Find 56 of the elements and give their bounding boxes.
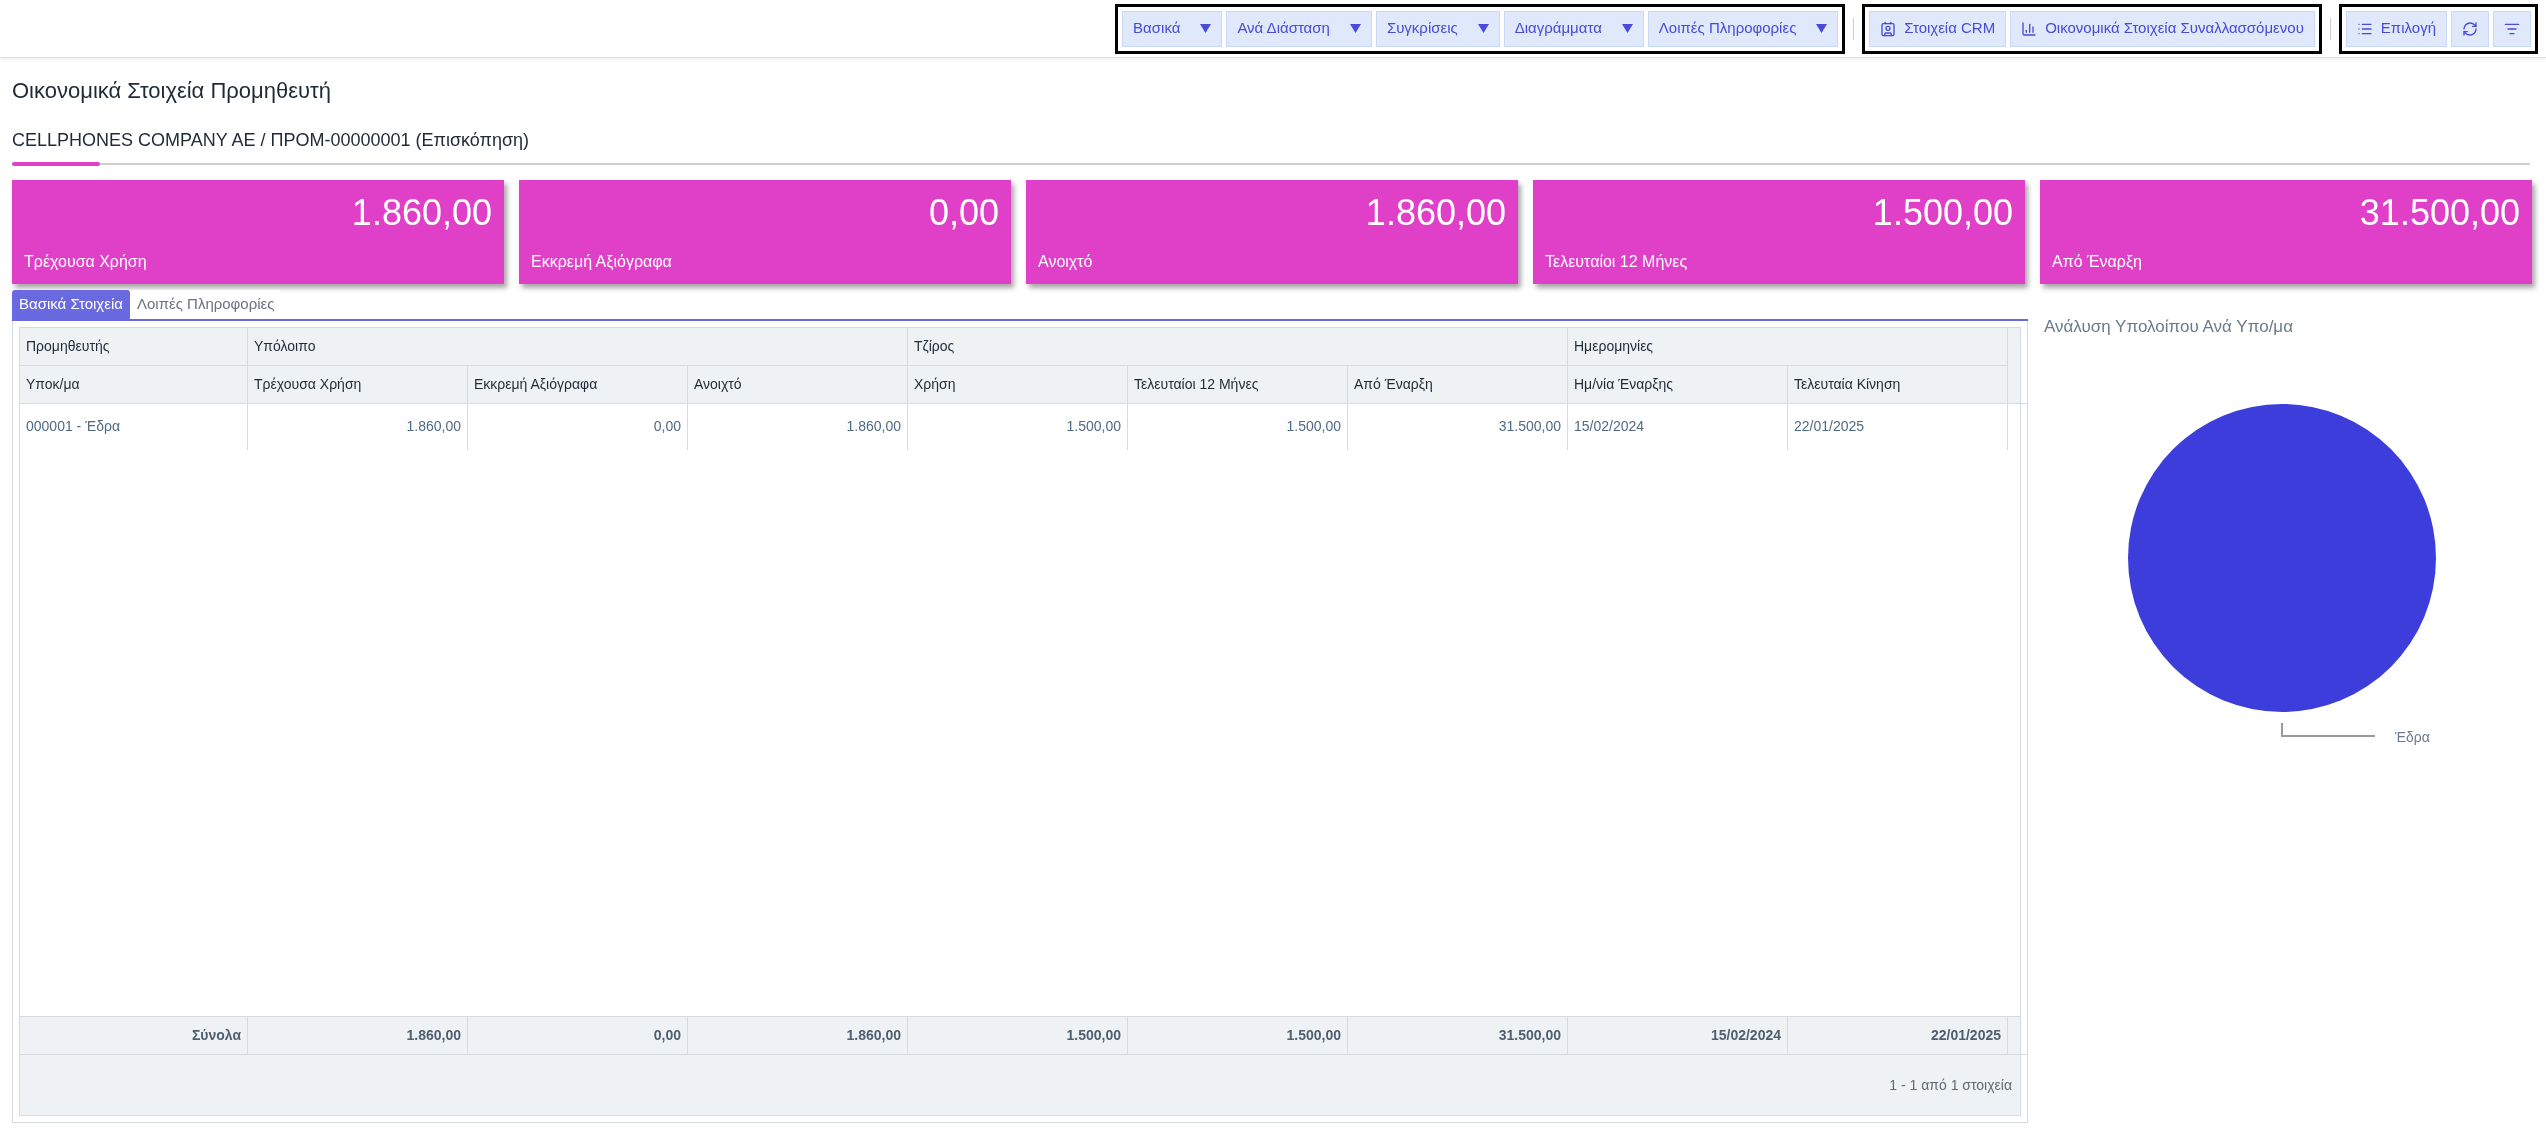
table-cell: 1.860,00 bbox=[248, 403, 468, 450]
toolbar-button[interactable]: Επιλογή bbox=[2345, 10, 2447, 47]
toolbar-button[interactable]: Οικονομικά Στοιχεία Συναλλασσόμενου bbox=[2010, 10, 2315, 47]
caret-icon bbox=[1349, 24, 1361, 33]
column-header[interactable]: Υποκ/μα bbox=[20, 365, 248, 404]
caret-icon bbox=[1816, 24, 1828, 33]
contact-card-icon bbox=[1880, 20, 1897, 37]
icon-button[interactable] bbox=[2451, 10, 2489, 47]
group-header: Υπόλοιπο bbox=[248, 327, 908, 366]
stat-label: Από Έναρξη bbox=[2052, 252, 2142, 272]
stat-value: 31.500,00 bbox=[2359, 191, 2520, 235]
column-header[interactable]: Τελευταία Κίνηση bbox=[1788, 365, 2008, 404]
stat-label: Τελευταίοι 12 Μήνες bbox=[1545, 252, 1688, 272]
slice-label: Έδρα bbox=[2395, 728, 2430, 745]
column-header[interactable]: Ημ/νία Έναρξης bbox=[1568, 365, 1788, 404]
table-cell: 1.500,00 bbox=[908, 403, 1128, 450]
stat-value: 1.860,00 bbox=[1365, 191, 1506, 235]
dropdown-button[interactable]: Διαγράμματα bbox=[1503, 10, 1644, 47]
stat-value: 1.500,00 bbox=[1872, 191, 2013, 235]
table-cell: 1.500,00 bbox=[1128, 403, 1348, 450]
column-header[interactable]: Τρέχουσα Χρήση bbox=[248, 365, 468, 404]
column-header[interactable]: Ανοιχτό bbox=[688, 365, 908, 404]
stat-value: 0,00 bbox=[928, 191, 999, 235]
toolbar-button[interactable]: Στοιχεία CRM bbox=[1869, 10, 2007, 47]
dropdown-button[interactable]: Συγκρίσεις bbox=[1375, 10, 1500, 47]
stat-label: Τρέχουσα Χρήση bbox=[24, 252, 147, 272]
tab[interactable]: Βασικά Στοιχεία bbox=[12, 290, 130, 319]
stat-label: Ανοιχτό bbox=[1038, 252, 1093, 272]
column-header[interactable]: Χρήση bbox=[908, 365, 1128, 404]
group-header: Προμηθευτής bbox=[20, 327, 248, 366]
caret-icon bbox=[1200, 24, 1212, 33]
table-cell: 1.860,00 bbox=[688, 403, 908, 450]
stat-value: 1.860,00 bbox=[351, 191, 492, 235]
chart-title: Ανάλυση Υπολοίπου Ανά Υπο/μα bbox=[2044, 316, 2293, 338]
table-cell: 15/02/2024 bbox=[1568, 403, 1788, 450]
column-header[interactable]: Τελευταίοι 12 Μήνες bbox=[1128, 365, 1348, 404]
row-link[interactable]: 000001 - Έδρα bbox=[20, 403, 248, 450]
pagination-info: 1 - 1 από 1 στοιχεία bbox=[1889, 1075, 2012, 1095]
group-header: Τζίρος bbox=[908, 327, 1568, 366]
dropdown-button[interactable]: Λοιπές Πληροφορίες bbox=[1647, 10, 1839, 47]
caret-icon bbox=[1621, 24, 1633, 33]
dropdown-button[interactable]: Βασικά bbox=[1122, 10, 1223, 47]
bar-chart-icon bbox=[2021, 20, 2038, 37]
refresh-icon bbox=[2462, 20, 2478, 37]
table-cell: 22/01/2025 bbox=[1788, 403, 2008, 450]
icon-button[interactable] bbox=[2493, 10, 2531, 47]
record-subtitle: CELLPHONES COMPANY AE / ΠΡΟΜ-00000001 (Επισκόπηση) bbox=[12, 129, 530, 152]
stat-label: Εκκρεμή Αξιόγραφα bbox=[531, 252, 672, 272]
group-header: Ημερομηνίες bbox=[1568, 327, 2008, 366]
table-cell: 0,00 bbox=[468, 403, 688, 450]
column-header[interactable]: Εκκρεμή Αξιόγραφα bbox=[468, 365, 688, 404]
table-cell: 31.500,00 bbox=[1348, 403, 1568, 450]
caret-icon bbox=[1477, 24, 1489, 33]
column-header[interactable]: Από Έναρξη bbox=[1348, 365, 1568, 404]
dropdown-button[interactable]: Ανά Διάσταση bbox=[1226, 10, 1372, 47]
page-title: Οικονομικά Στοιχεία Προμηθευτή bbox=[12, 77, 331, 105]
